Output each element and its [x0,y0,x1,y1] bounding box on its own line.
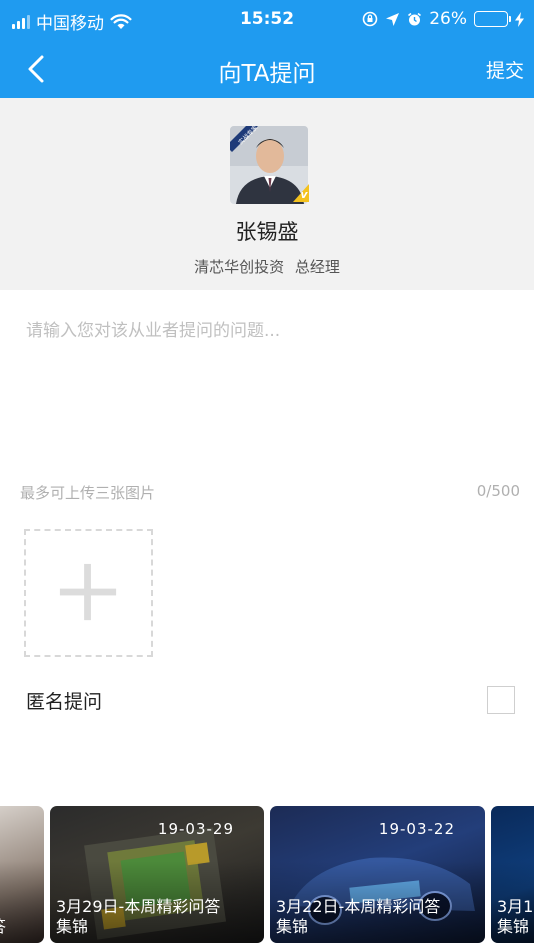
card-caption: 3月22日-本周精彩问答 集锦 [276,897,440,937]
question-input[interactable] [26,316,512,456]
location-icon [386,12,400,26]
card-caption-line1: 答 [0,917,6,937]
upload-hint: 最多可上传三张图片 [20,484,156,502]
anonymous-checkbox[interactable] [487,686,515,714]
card-caption: 答 [0,917,6,937]
carousel-card[interactable]: 3月1 集锦 [491,806,534,943]
status-right: 26% [362,9,524,29]
card-caption-line2: 集锦 [276,917,309,936]
carousel-card[interactable]: 19-03-22 3月22日-本周精彩问答 集锦 [270,806,485,943]
card-caption-line2: 集锦 [56,917,89,936]
expert-name: 张锡盛 [235,220,299,244]
card-caption: 3月1 集锦 [497,897,533,937]
avatar[interactable]: 实战专家 [230,126,308,204]
card-date: 19-03-29 [157,820,234,838]
card-shade [0,860,44,943]
card-caption-line1: 3月29日-本周精彩问答 [56,897,221,916]
carousel-card[interactable]: 19-03-29 3月29日-本周精彩问答 集锦 [50,806,264,943]
charging-icon [515,11,524,27]
char-count: 0/500 [476,482,520,500]
nav-bar: 向TA提问 提交 [0,40,534,98]
card-caption-line1: 3月1 [497,897,534,916]
expert-profile: 实战专家 v 张锡盛 清芯华创投资 总经理 [0,98,534,290]
expert-title: 清芯华创投资 总经理 [194,258,340,276]
orientation-lock-icon [362,11,378,27]
avatar-image: 实战专家 [230,126,308,204]
plus-icon [59,563,117,621]
add-image-button[interactable] [24,529,153,657]
card-caption-line2: 集锦 [497,917,530,936]
anonymous-label: 匿名提问 [26,691,103,713]
card-caption-line1: 3月22日-本周精彩问答 [276,897,441,916]
carousel-card[interactable]: 答 [0,806,44,943]
alarm-icon [408,12,422,25]
card-caption: 3月29日-本周精彩问答 集锦 [56,897,220,937]
page-title: 向TA提问 [218,61,316,87]
submit-button[interactable]: 提交 [486,56,524,83]
status-bar: 中国移动 15:52 26% [0,0,534,40]
battery-icon [474,11,511,27]
battery-percent: 26% [429,9,467,29]
card-date: 19-03-22 [378,820,455,838]
